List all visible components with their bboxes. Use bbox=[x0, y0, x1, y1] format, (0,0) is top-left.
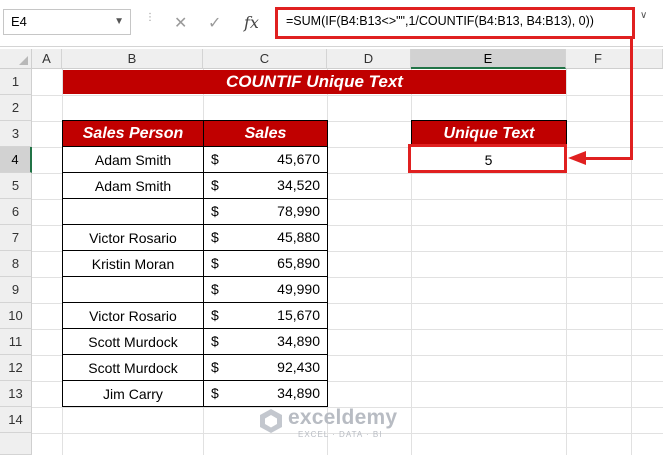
sales-value: 34,890 bbox=[277, 333, 320, 349]
sales-value: 49,990 bbox=[277, 281, 320, 297]
sales-person-cell[interactable]: Kristin Moran bbox=[62, 251, 204, 277]
currency-symbol: $ bbox=[211, 359, 219, 375]
sales-value: 65,890 bbox=[277, 255, 320, 271]
row-header[interactable]: 8 bbox=[0, 251, 32, 277]
sales-person-cell[interactable] bbox=[62, 277, 204, 303]
currency-symbol: $ bbox=[211, 385, 219, 401]
sales-cell[interactable]: $45,880 bbox=[203, 225, 328, 251]
row-header[interactable]: 13 bbox=[0, 381, 32, 407]
insert-function-icon[interactable]: fx bbox=[244, 13, 259, 32]
chevron-down-icon[interactable]: ▼ bbox=[114, 16, 124, 27]
sales-cell[interactable]: $34,890 bbox=[203, 381, 328, 407]
row-header[interactable]: 9 bbox=[0, 277, 32, 303]
sales-person-cell[interactable]: Scott Murdock bbox=[62, 329, 204, 355]
column-header-e[interactable]: E bbox=[411, 49, 566, 69]
row-header[interactable]: 3 bbox=[0, 121, 32, 147]
select-all-button[interactable] bbox=[0, 49, 32, 69]
name-box-value: E4 bbox=[11, 14, 27, 29]
formula-bar: E4 ▼ ⋮ ✕ ✓ fx =SUM(IF(B4:B13<>"",1/COUNT… bbox=[0, 0, 663, 47]
cancel-icon[interactable]: ✕ bbox=[174, 13, 187, 33]
formula-buttons: ✕ ✓ fx bbox=[160, 9, 274, 35]
currency-symbol: $ bbox=[211, 333, 219, 349]
sales-cell[interactable]: $34,890 bbox=[203, 329, 328, 355]
currency-symbol: $ bbox=[211, 229, 219, 245]
row-header[interactable] bbox=[0, 433, 32, 455]
currency-symbol: $ bbox=[211, 281, 219, 297]
exceldemy-logo-icon bbox=[260, 409, 282, 433]
check-icon[interactable]: ✓ bbox=[208, 13, 221, 33]
sales-person-cell[interactable]: Adam Smith bbox=[62, 147, 204, 173]
sales-person-cell[interactable] bbox=[62, 199, 204, 225]
watermark-tagline: EXCEL · DATA · BI bbox=[298, 430, 383, 439]
arrow-head-icon bbox=[568, 151, 586, 165]
sales-cell[interactable]: $15,670 bbox=[203, 303, 328, 329]
sales-person-cell[interactable]: Victor Rosario bbox=[62, 303, 204, 329]
more-icon[interactable]: ⋮ bbox=[145, 13, 155, 31]
currency-symbol: $ bbox=[211, 177, 219, 193]
row-header[interactable]: 2 bbox=[0, 95, 32, 121]
sales-cell[interactable]: $92,430 bbox=[203, 355, 328, 381]
column-header-f[interactable]: F bbox=[566, 49, 631, 69]
sales-value: 92,430 bbox=[277, 359, 320, 375]
currency-symbol: $ bbox=[211, 307, 219, 323]
row-header[interactable]: 10 bbox=[0, 303, 32, 329]
sales-value: 15,670 bbox=[277, 307, 320, 323]
column-header-c[interactable]: C bbox=[203, 49, 327, 69]
result-header[interactable]: Unique Text bbox=[411, 120, 567, 147]
currency-symbol: $ bbox=[211, 255, 219, 271]
currency-symbol: $ bbox=[211, 151, 219, 167]
sheet-title[interactable]: COUNTIF Unique Text bbox=[63, 70, 566, 94]
sales-value: 78,990 bbox=[277, 203, 320, 219]
chevron-down-icon[interactable]: ∨ bbox=[640, 10, 647, 21]
sales-cell[interactable]: $34,520 bbox=[203, 173, 328, 199]
sales-person-cell[interactable]: Adam Smith bbox=[62, 173, 204, 199]
sales-value: 34,890 bbox=[277, 385, 320, 401]
result-highlight-box bbox=[408, 144, 567, 173]
sales-cell[interactable]: $45,670 bbox=[203, 147, 328, 173]
row-header[interactable]: 5 bbox=[0, 173, 32, 199]
row-header[interactable]: 1 bbox=[0, 69, 32, 95]
sales-value: 34,520 bbox=[277, 177, 320, 193]
arrow-connector bbox=[630, 38, 633, 160]
arrow-connector bbox=[585, 157, 633, 160]
row-header[interactable]: 6 bbox=[0, 199, 32, 225]
sales-cell[interactable]: $65,890 bbox=[203, 251, 328, 277]
formula-highlight-box bbox=[275, 7, 635, 39]
table-header-sales[interactable]: Sales bbox=[203, 120, 328, 147]
gridline bbox=[32, 95, 663, 96]
row-header[interactable]: 14 bbox=[0, 407, 32, 433]
sales-person-cell[interactable]: Victor Rosario bbox=[62, 225, 204, 251]
sales-person-cell[interactable]: Jim Carry bbox=[62, 381, 204, 407]
sales-cell[interactable]: $78,990 bbox=[203, 199, 328, 225]
row-header[interactable]: 12 bbox=[0, 355, 32, 381]
sales-cell[interactable]: $49,990 bbox=[203, 277, 328, 303]
column-header-g[interactable] bbox=[631, 49, 663, 69]
currency-symbol: $ bbox=[211, 203, 219, 219]
row-header[interactable]: 4 bbox=[0, 147, 32, 173]
sales-value: 45,670 bbox=[277, 151, 320, 167]
column-header-d[interactable]: D bbox=[327, 49, 411, 69]
name-box[interactable]: E4 ▼ bbox=[3, 9, 131, 35]
sales-value: 45,880 bbox=[277, 229, 320, 245]
row-header[interactable]: 11 bbox=[0, 329, 32, 355]
table-header-sales-person[interactable]: Sales Person bbox=[62, 120, 204, 147]
row-header[interactable]: 7 bbox=[0, 225, 32, 251]
watermark-name: exceldemy bbox=[288, 406, 398, 429]
column-header-a[interactable]: A bbox=[32, 49, 62, 69]
column-header-b[interactable]: B bbox=[62, 49, 203, 69]
sales-person-cell[interactable]: Scott Murdock bbox=[62, 355, 204, 381]
